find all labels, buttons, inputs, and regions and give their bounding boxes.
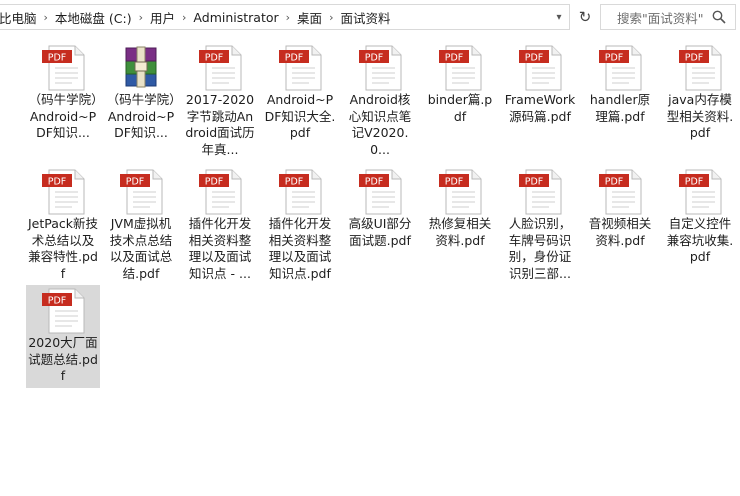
file-name: java内存模型相关资料.pdf xyxy=(666,92,734,140)
file-name: 插件化开发相关资料整理以及面试知识点 - ... xyxy=(188,216,252,281)
file-name: 2017-2020字节跳动Android面试历年真... xyxy=(185,92,255,157)
svg-text:PDF: PDF xyxy=(445,53,464,64)
pdf-file-icon: PDF xyxy=(679,169,722,215)
file-item[interactable]: PDF 热修复相关资料.pdf xyxy=(423,166,497,286)
pdf-file-icon: PDF xyxy=(199,169,242,215)
svg-text:PDF: PDF xyxy=(685,53,704,64)
file-name: FrameWork源码篇.pdf xyxy=(504,92,576,124)
file-name: binder篇.pdf xyxy=(427,92,493,124)
svg-text:PDF: PDF xyxy=(48,177,67,188)
file-name: 自定义控件兼容坑收集.pdf xyxy=(666,216,734,264)
pdf-file-icon: PDF xyxy=(679,45,722,91)
svg-text:PDF: PDF xyxy=(285,177,304,188)
pdf-file-icon: PDF xyxy=(42,288,85,334)
pdf-file-icon: PDF xyxy=(359,45,402,91)
svg-text:PDF: PDF xyxy=(525,177,544,188)
svg-text:PDF: PDF xyxy=(605,177,624,188)
svg-text:PDF: PDF xyxy=(48,296,67,307)
pdf-file-icon: PDF xyxy=(279,169,322,215)
file-name: JetPack新技术总结以及兼容特性.pdf xyxy=(27,216,99,281)
pdf-file-icon: PDF xyxy=(42,45,85,91)
file-item[interactable]: PDF 自定义控件兼容坑收集.pdf xyxy=(663,166,737,286)
file-name: 人脸识别，车牌号码识别，身份证识别三部... xyxy=(508,216,572,281)
pdf-file-icon: PDF xyxy=(359,169,402,215)
file-name: 2020大厂面试题总结.pdf xyxy=(28,335,98,383)
pdf-file-icon: PDF xyxy=(199,45,242,91)
file-item[interactable]: PDF 插件化开发相关资料整理以及面试知识点 - ... xyxy=(183,166,257,286)
file-item[interactable]: PDF JetPack新技术总结以及兼容特性.pdf xyxy=(26,166,100,286)
pdf-file-icon: PDF xyxy=(279,45,322,91)
pdf-file-icon: PDF xyxy=(120,169,163,215)
pdf-file-icon: PDF xyxy=(42,169,85,215)
pdf-file-icon: PDF xyxy=(439,45,482,91)
file-item[interactable]: PDF FrameWork源码篇.pdf xyxy=(503,42,577,162)
file-name: 热修复相关资料.pdf xyxy=(428,216,492,248)
file-item[interactable]: PDF Android~PDF知识大全.pdf xyxy=(263,42,337,162)
file-item[interactable]: PDF Android核心知识点笔记V2020.0... xyxy=(343,42,417,162)
file-item[interactable]: PDF java内存模型相关资料.pdf xyxy=(663,42,737,162)
file-item[interactable]: PDF 高级UI部分面试题.pdf xyxy=(343,166,417,286)
file-item[interactable]: PDF handler原理篇.pdf xyxy=(583,42,657,162)
svg-text:PDF: PDF xyxy=(445,177,464,188)
file-name: （码牛学院）Android~PDF知识... xyxy=(106,92,176,140)
file-grid: PDF （码牛学院）Android~PDF知识... （码牛学院）Android~P… xyxy=(0,0,740,496)
file-name: handler原理篇.pdf xyxy=(589,92,651,124)
svg-text:PDF: PDF xyxy=(685,177,704,188)
svg-text:PDF: PDF xyxy=(126,177,145,188)
rar-archive-icon xyxy=(125,46,157,88)
file-item[interactable]: PDF 人脸识别，车牌号码识别，身份证识别三部... xyxy=(503,166,577,286)
file-item[interactable]: PDF 插件化开发相关资料整理以及面试知识点.pdf xyxy=(263,166,337,286)
file-item[interactable]: PDF 2017-2020字节跳动Android面试历年真... xyxy=(183,42,257,162)
svg-text:PDF: PDF xyxy=(48,53,67,64)
file-name: （码牛学院）Android~PDF知识... xyxy=(28,92,98,140)
svg-text:PDF: PDF xyxy=(525,53,544,64)
file-name: 插件化开发相关资料整理以及面试知识点.pdf xyxy=(268,216,332,281)
file-item[interactable]: PDF （码牛学院）Android~PDF知识... xyxy=(26,42,100,162)
svg-text:PDF: PDF xyxy=(205,177,224,188)
pdf-file-icon: PDF xyxy=(519,45,562,91)
file-name: JVM虚拟机技术点总结以及面试总结.pdf xyxy=(109,216,173,281)
svg-text:PDF: PDF xyxy=(365,177,384,188)
pdf-file-icon: PDF xyxy=(519,169,562,215)
file-item[interactable]: PDF 音视频相关资料.pdf xyxy=(583,166,657,286)
file-name: 高级UI部分面试题.pdf xyxy=(348,216,412,248)
svg-text:PDF: PDF xyxy=(285,53,304,64)
file-item[interactable]: PDF binder篇.pdf xyxy=(423,42,497,162)
file-name: 音视频相关资料.pdf xyxy=(588,216,652,248)
svg-text:PDF: PDF xyxy=(365,53,384,64)
pdf-file-icon: PDF xyxy=(599,45,642,91)
file-item[interactable]: PDF 2020大厂面试题总结.pdf xyxy=(26,285,100,388)
pdf-file-icon: PDF xyxy=(599,169,642,215)
file-name: Android~PDF知识大全.pdf xyxy=(264,92,336,140)
pdf-file-icon: PDF xyxy=(439,169,482,215)
svg-text:PDF: PDF xyxy=(205,53,224,64)
file-name: Android核心知识点笔记V2020.0... xyxy=(348,92,412,157)
svg-text:PDF: PDF xyxy=(605,53,624,64)
file-item[interactable]: （码牛学院）Android~PDF知识... xyxy=(104,42,178,162)
file-item[interactable]: PDF JVM虚拟机技术点总结以及面试总结.pdf xyxy=(104,166,178,286)
